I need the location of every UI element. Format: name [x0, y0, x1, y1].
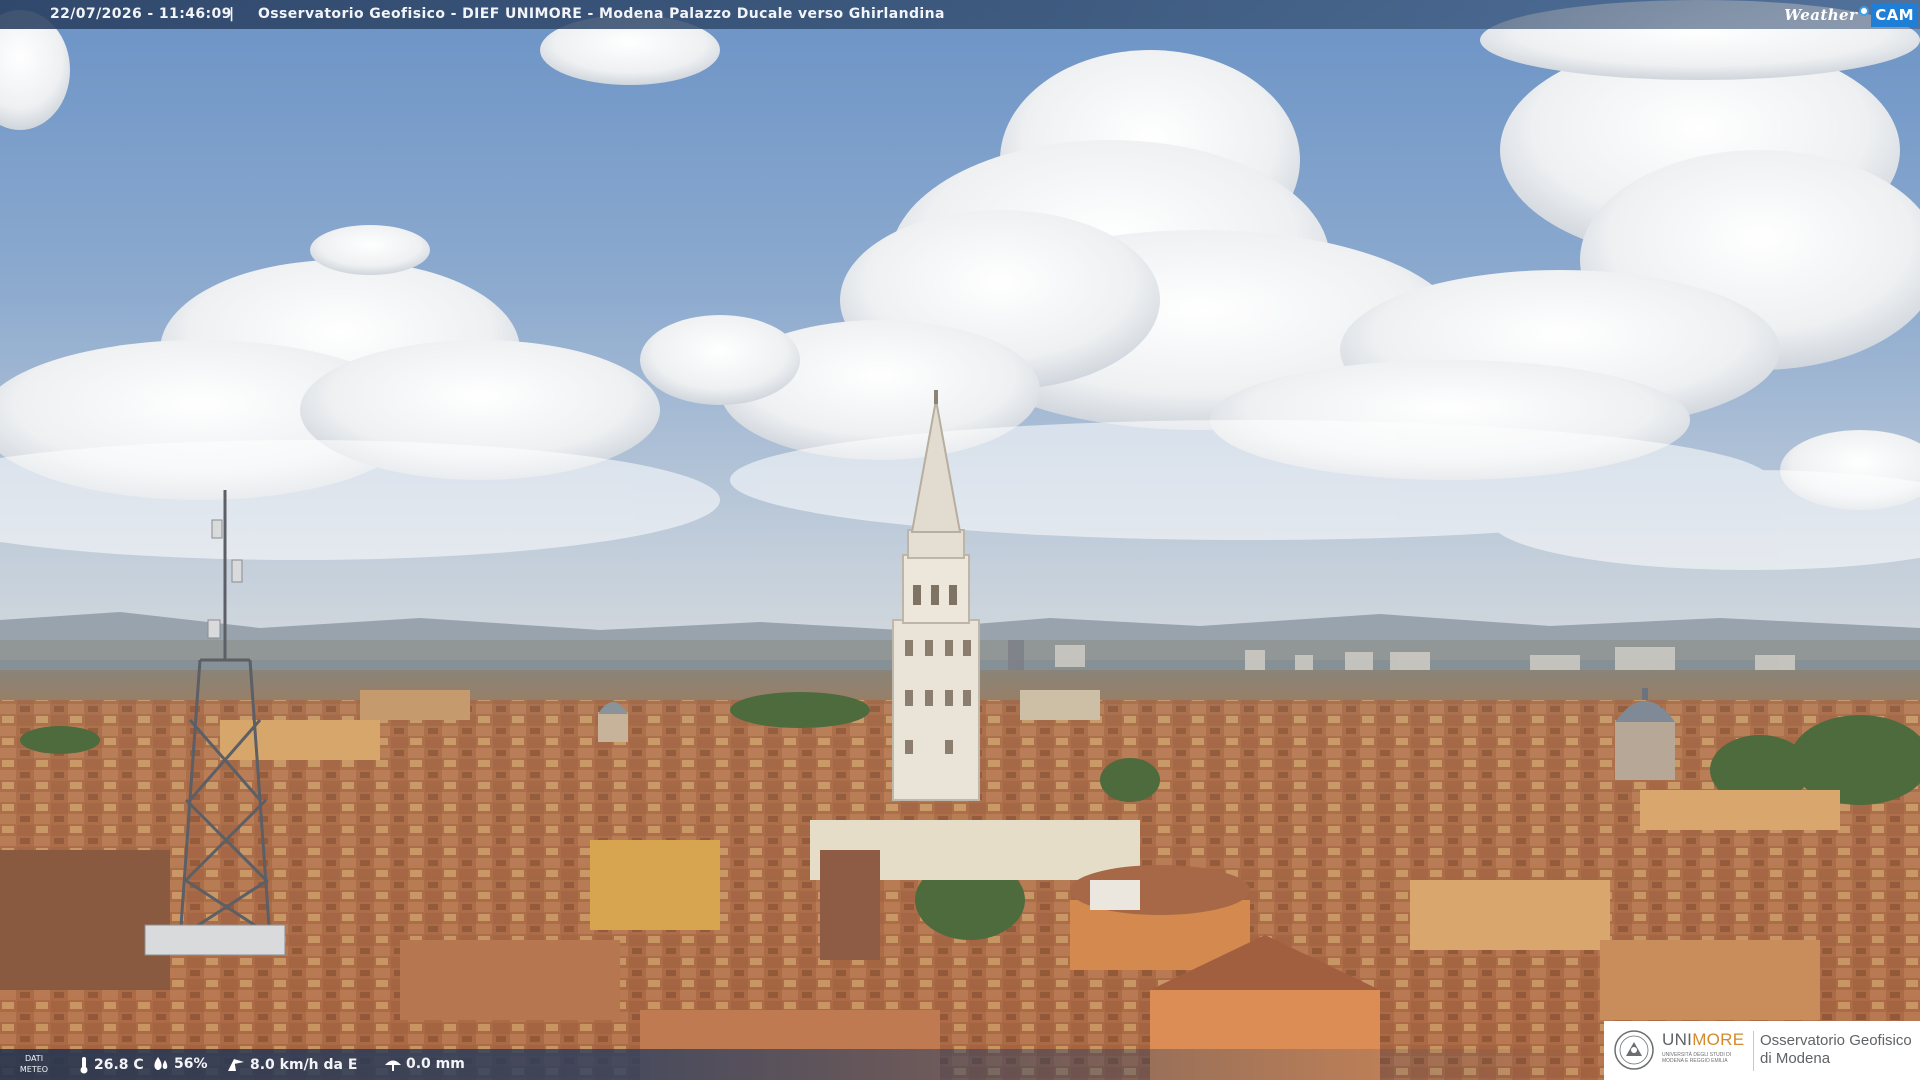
top-banner: 22/07/2026 - 11:46:09 | Osservatorio Geo… — [0, 0, 1920, 29]
camera-title: Osservatorio Geofisico - DIEF UNIMORE - … — [258, 6, 945, 22]
humidity-value: 56% — [174, 1056, 208, 1072]
meteo-bar: DATI METEO 26.8 C 56% 8.0 km/h da E 0.0 … — [0, 1049, 1600, 1080]
meteo-label: DATI METEO — [19, 1054, 49, 1074]
unimore-wordmark-more: MORE — [1692, 1030, 1745, 1049]
humidity-icon — [154, 1057, 168, 1070]
weathercam-logo-weather: Weather — [1784, 5, 1858, 24]
wind-icon — [228, 1059, 244, 1071]
rain-icon — [385, 1060, 401, 1071]
observatory-line2: di Modena — [1760, 1050, 1831, 1067]
unimore-wordmark-uni: UNI — [1662, 1030, 1693, 1049]
webcam-photo — [0, 0, 1920, 1080]
weathercam-logo-cam: CAM — [1871, 2, 1918, 27]
humidity-readout: 56% — [152, 1056, 208, 1072]
observatory-name: Osservatorio Geofisico di Modena — [1760, 1032, 1912, 1068]
timestamp: 22/07/2026 - 11:46:09 — [50, 6, 232, 22]
rain-readout: 0.0 mm — [384, 1056, 465, 1072]
unimore-subtitle: UNIVERSITÀ DEGLI STUDI DI MODENA E REGGI… — [1662, 1052, 1732, 1064]
university-seal-icon — [1614, 1030, 1654, 1070]
thermometer-icon — [80, 1057, 88, 1074]
weathercam-dot-icon — [1859, 5, 1870, 16]
unimore-logo: UNIMORE UNIVERSITÀ DEGLI STUDI DI MODENA… — [1604, 1021, 1920, 1080]
rain-value: 0.0 mm — [406, 1056, 465, 1072]
temperature-value: 26.8 C — [94, 1057, 144, 1073]
temperature-readout: 26.8 C — [78, 1056, 144, 1074]
unimore-wordmark: UNIMORE — [1662, 1030, 1744, 1050]
weathercam-logo: Weather CAM — [1784, 0, 1918, 29]
banner-separator: | — [229, 6, 235, 22]
observatory-line1: Osservatorio Geofisico — [1760, 1032, 1912, 1049]
wind-value: 8.0 km/h da E — [250, 1057, 358, 1073]
wind-readout: 8.0 km/h da E — [226, 1056, 357, 1074]
logo-divider — [1753, 1031, 1754, 1071]
